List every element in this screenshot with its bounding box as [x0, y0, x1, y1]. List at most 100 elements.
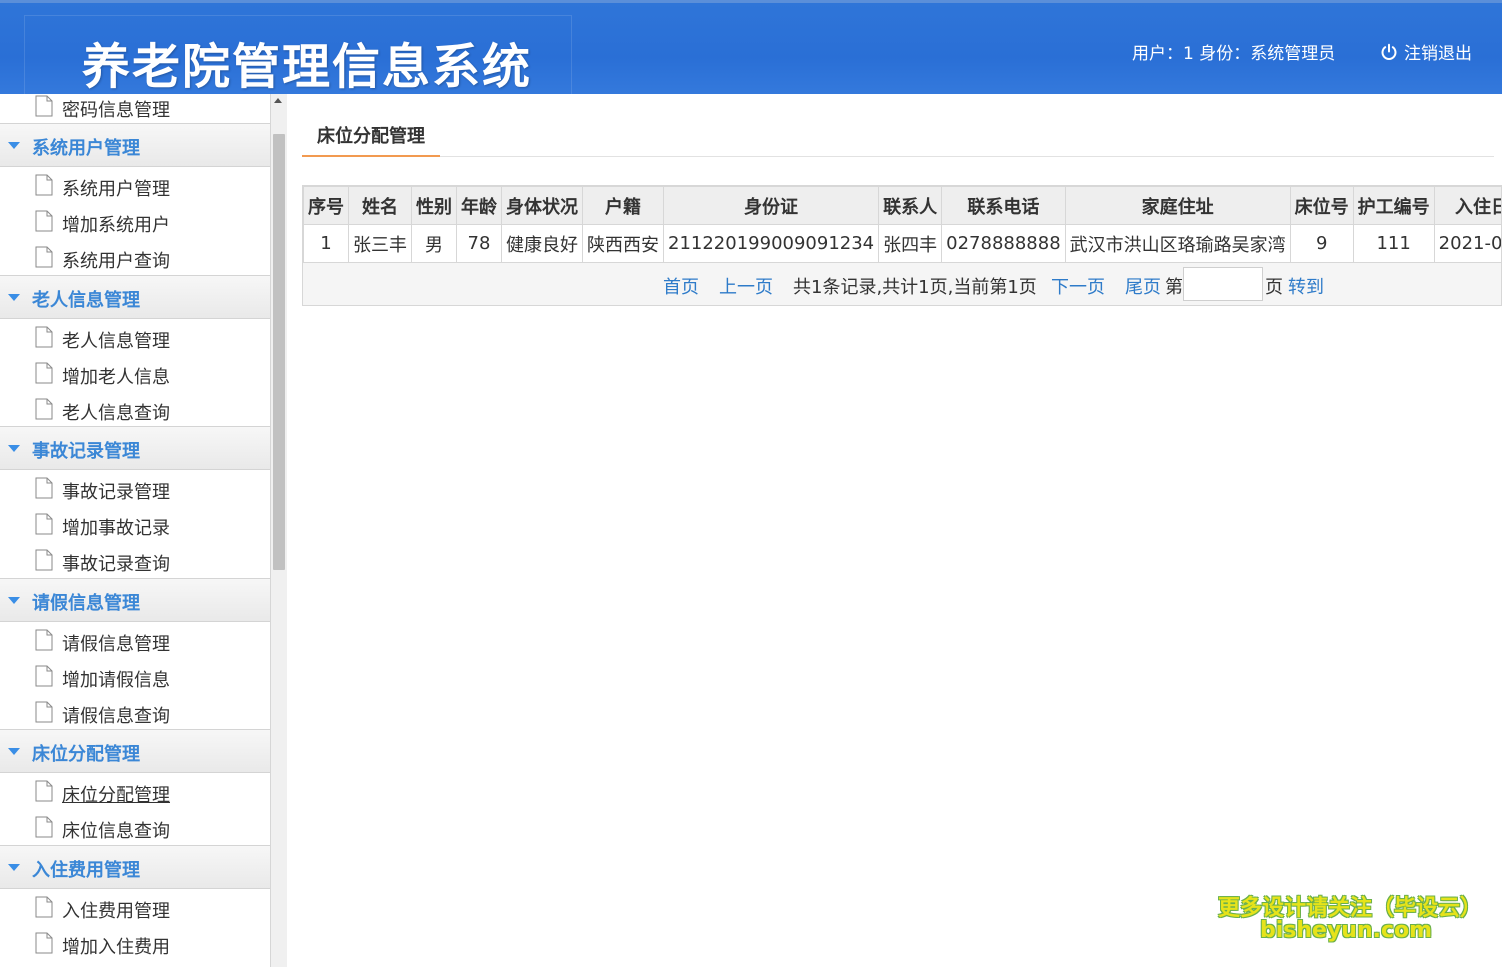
sidebar-item-leave-query[interactable]: 请假信息查询: [0, 694, 270, 730]
tab-label: 床位分配管理: [317, 126, 425, 147]
tab-bar: 床位分配管理: [302, 112, 1494, 157]
sidebar-item-leave-manage[interactable]: 请假信息管理: [0, 622, 270, 658]
document-icon: [35, 362, 53, 384]
table-cell: 男: [411, 224, 457, 263]
caret-down-icon: [8, 142, 20, 149]
logout-label: 注销退出: [1404, 44, 1472, 64]
table-row[interactable]: 1 张三丰 男 78 健康良好 陕西西安 211220199009091234 …: [303, 224, 1501, 263]
prev-page-link[interactable]: 上一页: [719, 273, 773, 299]
column-header: 性别: [411, 186, 457, 225]
table-cell: 0278888888: [941, 224, 1066, 263]
document-icon: [35, 816, 53, 838]
document-icon: [35, 701, 53, 723]
column-header: 床位号: [1289, 186, 1354, 225]
document-icon: [35, 477, 53, 499]
header-banner: 养老院管理信息系统 用户：1 身份：系统管理员 注销退出: [0, 0, 1502, 95]
column-header: 联系人: [878, 186, 943, 225]
table-header-row: 序号 姓名 性别 年龄 身体状况 户籍 身份证 联系人 联系电话 家庭住址 床位…: [303, 186, 1501, 225]
column-header: 户籍: [582, 186, 664, 225]
sidebar-item-add-system-user[interactable]: 增加系统用户: [0, 203, 270, 239]
sidebar-item-system-user-query[interactable]: 系统用户查询: [0, 239, 270, 275]
sidebar-group-bed-allocation[interactable]: 床位分配管理: [0, 729, 270, 773]
column-header: 入住日期: [1433, 186, 1501, 225]
sidebar-item-bed-allocation-manage[interactable]: 床位分配管理: [0, 773, 270, 809]
sidebar-scrollbar[interactable]: [271, 94, 287, 967]
sidebar-group-label: 事故记录管理: [32, 441, 140, 462]
sidebar-item-add-leave[interactable]: 增加请假信息: [0, 658, 270, 694]
column-header: 护工编号: [1352, 186, 1435, 225]
document-icon: [35, 246, 53, 268]
sidebar-item-accident-manage[interactable]: 事故记录管理: [0, 470, 270, 506]
tab-bed-allocation[interactable]: 床位分配管理: [302, 112, 440, 157]
sidebar-item-label-active: 床位分配管理: [62, 785, 170, 806]
next-page-link[interactable]: 下一页: [1051, 273, 1105, 299]
table-cell: 211220199009091234: [662, 224, 880, 263]
pagination-bar: 首页 上一页 共1条记录,共计1页,当前第1页 下一页 尾页 第 页 转到: [303, 263, 1501, 305]
sidebar-item-elderly-manage[interactable]: 老人信息管理: [0, 319, 270, 355]
sidebar-group-fees[interactable]: 入住费用管理: [0, 845, 270, 889]
caret-down-icon: [8, 864, 20, 871]
sidebar-item-fee-manage[interactable]: 入住费用管理: [0, 889, 270, 925]
sidebar-item-label: 入住费用管理: [62, 901, 170, 922]
sidebar-item-add-elderly[interactable]: 增加老人信息: [0, 355, 270, 391]
goto-page-link[interactable]: 转到: [1288, 273, 1324, 299]
document-icon: [35, 326, 53, 348]
sidebar-group-system-users[interactable]: 系统用户管理: [0, 123, 270, 167]
sidebar-item-add-fee[interactable]: 增加入住费用: [0, 925, 270, 961]
sidebar-group-elderly-info[interactable]: 老人信息管理: [0, 275, 270, 319]
document-icon: [35, 210, 53, 232]
logout-button[interactable]: 注销退出: [1380, 39, 1472, 64]
document-icon: [35, 665, 53, 687]
page-suffix-label: 页: [1265, 277, 1283, 298]
sidebar-item-bed-query[interactable]: 床位信息查询: [0, 809, 270, 845]
table-cell: 111: [1352, 224, 1435, 263]
document-icon: [35, 629, 53, 651]
sidebar-item-label: 密码信息管理: [62, 100, 170, 121]
column-header: 序号: [303, 186, 349, 225]
sidebar-group-leave[interactable]: 请假信息管理: [0, 578, 270, 622]
scroll-up-arrow-icon[interactable]: [274, 98, 282, 103]
sidebar-item-label: 事故记录查询: [62, 554, 170, 575]
column-header: 联系电话: [941, 186, 1066, 225]
document-icon: [35, 513, 53, 535]
document-icon: [35, 932, 53, 954]
last-page-link[interactable]: 尾页: [1125, 273, 1161, 299]
sidebar-menu: 密码信息管理 系统用户管理 系统用户管理 增加系统用户 系统用户查询 老人信息管…: [0, 94, 271, 967]
sidebar-item-system-user-manage[interactable]: 系统用户管理: [0, 167, 270, 203]
system-title: 养老院管理信息系统: [82, 39, 533, 95]
column-header: 身体状况: [501, 186, 583, 225]
sidebar-group-accidents[interactable]: 事故记录管理: [0, 426, 270, 470]
document-icon: [35, 780, 53, 802]
caret-down-icon: [8, 597, 20, 604]
document-icon: [35, 549, 53, 571]
sidebar-item-password[interactable]: 密码信息管理: [0, 94, 270, 124]
sidebar-item-add-accident[interactable]: 增加事故记录: [0, 506, 270, 542]
table-cell: 78: [456, 224, 502, 263]
scrollbar-thumb[interactable]: [273, 134, 285, 570]
user-info: 用户：1 身份：系统管理员: [1132, 44, 1336, 64]
column-header: 家庭住址: [1064, 186, 1291, 225]
app-window: 养老院管理信息系统 用户：1 身份：系统管理员 注销退出 密码信息管理 系统用户…: [0, 0, 1502, 967]
sidebar-item-elderly-query[interactable]: 老人信息查询: [0, 391, 270, 427]
page-prefix-label: 第: [1165, 277, 1183, 298]
sidebar-item-label: 事故记录管理: [62, 482, 170, 503]
sidebar-group-label: 入住费用管理: [32, 860, 140, 881]
sidebar-item-label: 老人信息查询: [62, 403, 170, 424]
first-page-link[interactable]: 首页: [663, 273, 699, 299]
sidebar-item-label: 增加系统用户: [62, 215, 170, 236]
main-content: 床位分配管理 序号 姓名 性别 年龄 身体状况 户籍 身份证 联系人 联系电话 …: [287, 94, 1502, 967]
table-cell: 2021-06-02: [1433, 224, 1501, 263]
document-icon: [35, 95, 53, 117]
sidebar-group-label: 请假信息管理: [32, 593, 140, 614]
sidebar-item-label: 增加请假信息: [62, 670, 170, 691]
table-cell: 陕西西安: [582, 224, 664, 263]
sidebar-group-label: 老人信息管理: [32, 290, 140, 311]
sidebar-item-label: 请假信息管理: [62, 634, 170, 655]
bed-allocation-table: 序号 姓名 性别 年龄 身体状况 户籍 身份证 联系人 联系电话 家庭住址 床位…: [303, 186, 1501, 263]
watermark-url: bisheyun.com: [1260, 918, 1433, 943]
caret-down-icon: [8, 445, 20, 452]
sidebar-item-accident-query[interactable]: 事故记录查询: [0, 542, 270, 578]
sidebar-item-label: 老人信息管理: [62, 331, 170, 352]
page-number-input[interactable]: [1183, 267, 1263, 301]
pagination-summary: 共1条记录,共计1页,当前第1页: [793, 277, 1037, 298]
